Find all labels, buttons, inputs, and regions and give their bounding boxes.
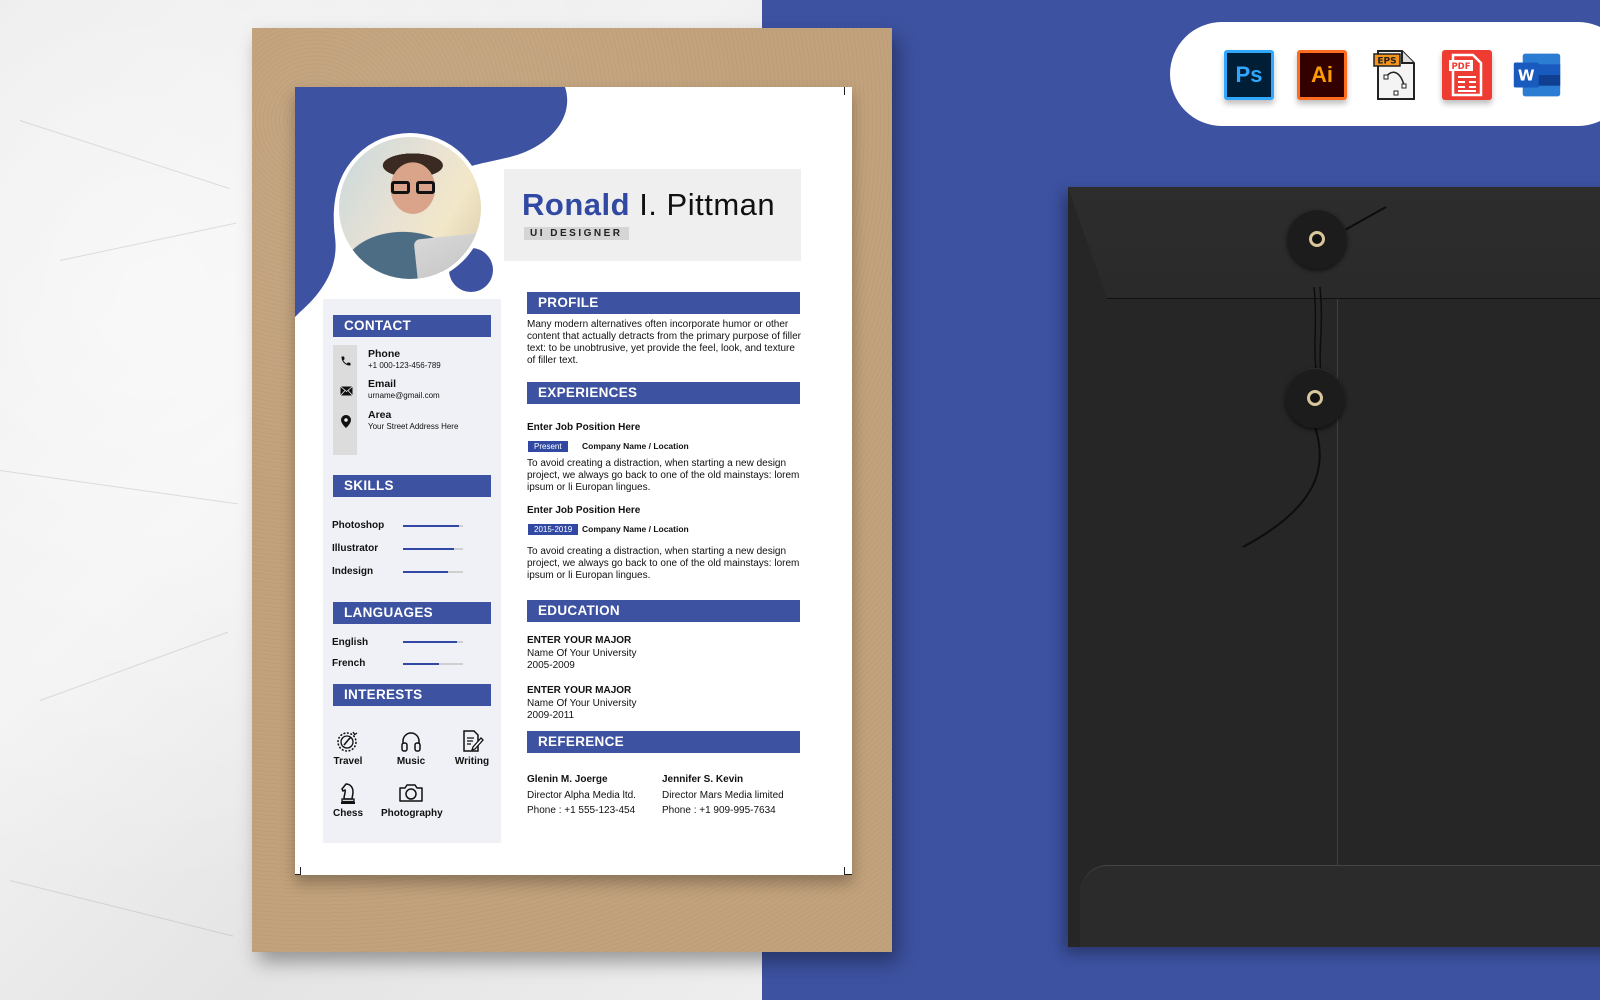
interests-heading: INTERESTS bbox=[333, 684, 491, 706]
skill-bar-fill bbox=[403, 571, 448, 573]
phone-icon bbox=[339, 354, 353, 368]
reference-name: Glenin M. Joerge bbox=[527, 774, 608, 785]
black-envelope bbox=[1068, 187, 1600, 947]
resume-page: Ronald I. Pittman UI DESIGNER CONTACT Ph… bbox=[295, 87, 852, 875]
interest-writing: Writing bbox=[442, 729, 502, 767]
file-formats-bar: Ps Ai EPS PDF W bbox=[1170, 22, 1600, 126]
job-title: Enter Job Position Here bbox=[527, 505, 641, 516]
word-icon: W bbox=[1512, 50, 1562, 100]
job-company: Company Name / Location bbox=[582, 441, 689, 451]
first-name: Ronald bbox=[522, 187, 631, 222]
envelope-button-top bbox=[1287, 209, 1347, 269]
language-bar bbox=[403, 641, 463, 643]
education-major: ENTER YOUR MAJOR bbox=[527, 635, 632, 646]
chess-knight-icon bbox=[341, 783, 355, 804]
compass-icon bbox=[337, 731, 358, 752]
illustrator-icon: Ai bbox=[1297, 50, 1347, 100]
document-pen-icon bbox=[463, 730, 484, 752]
interest-label: Music bbox=[396, 756, 426, 767]
language-bar-fill bbox=[403, 663, 439, 665]
interest-label: Writing bbox=[454, 756, 490, 767]
skill-bar-fill bbox=[403, 548, 454, 550]
illustrator-label: Ai bbox=[1311, 62, 1333, 87]
skill-bar bbox=[403, 548, 463, 550]
profile-photo bbox=[335, 133, 485, 283]
contact-area-value: Your Street Address Here bbox=[368, 422, 459, 431]
pdf-file-icon: PDF bbox=[1442, 50, 1492, 100]
job-description: To avoid creating a distraction, when st… bbox=[527, 458, 800, 493]
language-label: French bbox=[332, 658, 366, 669]
skill-label: Photoshop bbox=[332, 520, 385, 531]
last-name: I. Pittman bbox=[639, 187, 776, 222]
photoshop-label: Ps bbox=[1235, 62, 1263, 87]
contact-email-label: Email bbox=[368, 378, 397, 390]
contact-phone-value: +1 000-123-456-789 bbox=[368, 361, 441, 370]
interest-label: Travel bbox=[333, 756, 363, 767]
profile-text: Many modern alternatives often incorpora… bbox=[527, 319, 802, 366]
svg-text:EPS: EPS bbox=[1377, 57, 1396, 67]
contact-email-value: urname@gmail.com bbox=[368, 391, 440, 400]
reference-position: Director Alpha Media ltd. bbox=[527, 789, 636, 801]
reference-phone: Phone : +1 909-995-7634 bbox=[662, 805, 776, 816]
languages-heading: LANGUAGES bbox=[333, 602, 491, 624]
full-name: Ronald I. Pittman bbox=[522, 187, 775, 223]
envelope-icon bbox=[339, 384, 353, 398]
skill-label: Illustrator bbox=[332, 543, 379, 554]
profile-heading: PROFILE bbox=[527, 292, 800, 314]
name-header: Ronald I. Pittman UI DESIGNER bbox=[504, 169, 801, 261]
envelope-button-bottom bbox=[1285, 368, 1345, 428]
interest-label: Photography bbox=[381, 808, 443, 819]
job-period-badge: Present bbox=[528, 441, 568, 452]
headphones-icon bbox=[401, 732, 421, 752]
reference-entry: Jennifer S. Kevin Director Mars Media li… bbox=[662, 772, 784, 819]
skill-bar bbox=[403, 525, 463, 527]
interest-photography: Photography bbox=[381, 781, 443, 819]
camera-icon bbox=[399, 784, 423, 802]
eps-file-icon: EPS bbox=[1370, 50, 1420, 100]
contact-area-label: Area bbox=[368, 409, 392, 421]
reference-entry: Glenin M. Joerge Director Alpha Media lt… bbox=[527, 772, 636, 819]
interest-music: Music bbox=[381, 729, 441, 767]
education-school: Name Of Your University bbox=[527, 647, 637, 659]
contact-phone-label: Phone bbox=[368, 348, 401, 360]
education-entry: ENTER YOUR MAJOR Name Of Your University… bbox=[527, 685, 637, 723]
reference-heading: REFERENCE bbox=[527, 731, 800, 753]
job-description: To avoid creating a distraction, when st… bbox=[527, 546, 800, 581]
envelope-bottom-flap bbox=[1080, 865, 1600, 947]
language-bar-fill bbox=[403, 641, 457, 643]
reference-phone: Phone : +1 555-123-454 bbox=[527, 805, 636, 816]
experiences-heading: EXPERIENCES bbox=[527, 382, 800, 404]
svg-text:W: W bbox=[1518, 66, 1535, 84]
location-pin-icon bbox=[339, 414, 353, 428]
contact-heading: CONTACT bbox=[333, 315, 491, 337]
left-column: CONTACT Phone +1 000-123-456-789 Email u… bbox=[323, 299, 501, 843]
job-period-badge: 2015-2019 bbox=[528, 524, 579, 535]
job-company: Company Name / Location bbox=[582, 524, 689, 534]
reference-name: Jennifer S. Kevin bbox=[662, 774, 744, 785]
job-role: UI DESIGNER bbox=[524, 227, 629, 240]
education-years: 2009-2011 bbox=[527, 710, 575, 721]
education-heading: EDUCATION bbox=[527, 600, 800, 622]
skill-label: Indesign bbox=[332, 566, 374, 577]
crop-mark bbox=[844, 867, 852, 875]
language-label: English bbox=[332, 637, 369, 648]
interest-travel: Travel bbox=[318, 729, 378, 767]
svg-text:PDF: PDF bbox=[1451, 62, 1470, 72]
education-major: ENTER YOUR MAJOR bbox=[527, 685, 632, 696]
skill-bar-fill bbox=[403, 525, 459, 527]
job-title: Enter Job Position Here bbox=[527, 422, 641, 433]
education-school: Name Of Your University bbox=[527, 697, 637, 709]
language-bar bbox=[403, 663, 463, 665]
education-years: 2005-2009 bbox=[527, 660, 575, 671]
crop-mark bbox=[295, 867, 301, 875]
interest-chess: Chess bbox=[318, 781, 378, 819]
photoshop-icon: Ps bbox=[1224, 50, 1274, 100]
skills-heading: SKILLS bbox=[333, 475, 491, 497]
skill-bar bbox=[403, 571, 463, 573]
crop-mark bbox=[844, 87, 852, 95]
reference-position: Director Mars Media limited bbox=[662, 789, 784, 801]
interest-label: Chess bbox=[332, 808, 363, 819]
education-entry: ENTER YOUR MAJOR Name Of Your University… bbox=[527, 635, 637, 673]
